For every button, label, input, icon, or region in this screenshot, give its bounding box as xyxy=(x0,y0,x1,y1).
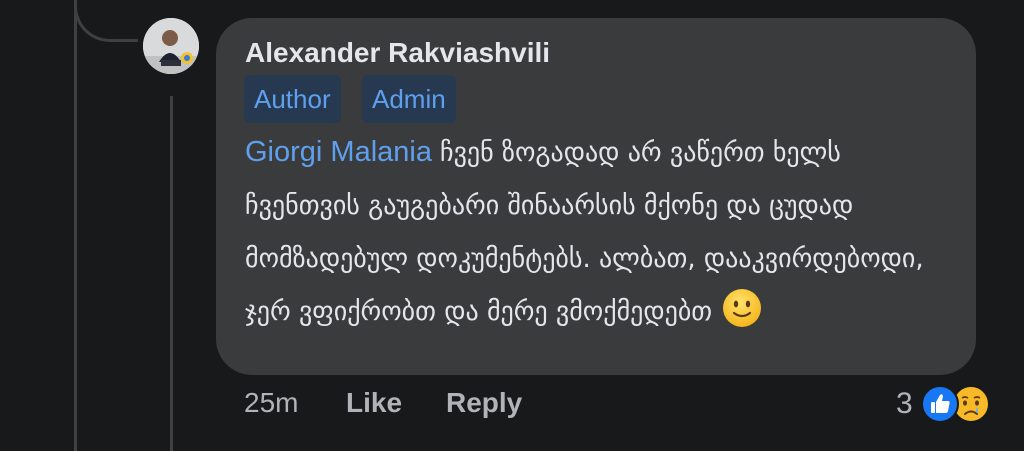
slightly-smiling-face-icon xyxy=(723,289,762,327)
mention-link[interactable]: Giorgi Malania xyxy=(245,136,432,168)
comment-text: Giorgi Malania ჩვენ ზოგადად არ ვაწერთ ხელ… xyxy=(245,126,950,339)
avatar-image xyxy=(143,18,199,74)
thread-connector xyxy=(74,0,138,42)
avatar[interactable] xyxy=(143,18,199,74)
thread-line xyxy=(74,0,77,451)
like-button[interactable]: Like xyxy=(346,387,402,419)
reaction-count: 3 xyxy=(896,387,913,420)
reply-button[interactable]: Reply xyxy=(446,387,522,419)
admin-badge[interactable]: Admin xyxy=(362,75,456,123)
author-badge[interactable]: Author xyxy=(244,75,341,123)
reply-thread-line xyxy=(170,96,173,451)
like-icon xyxy=(920,385,959,423)
reactions-summary[interactable]: 3 xyxy=(896,382,991,426)
comment-timestamp[interactable]: 25m xyxy=(244,387,298,419)
comment-author-name[interactable]: Alexander Rakviashvili xyxy=(245,37,550,69)
